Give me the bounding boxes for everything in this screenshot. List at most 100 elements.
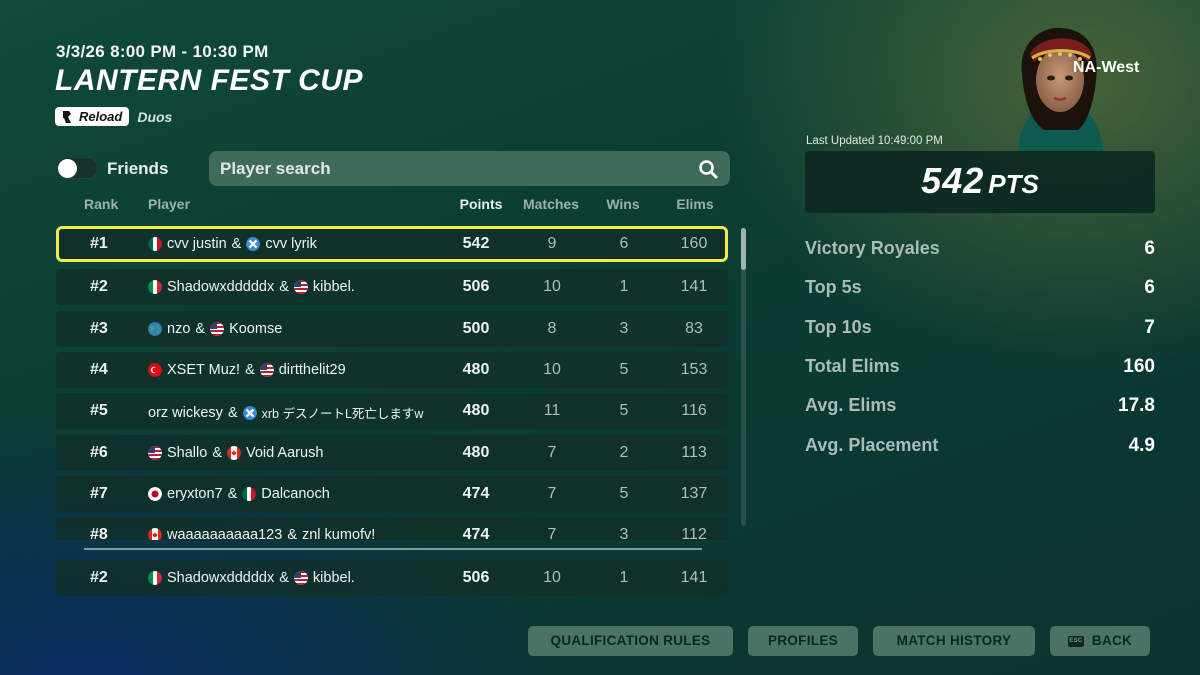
column-header-matches[interactable]: Matches [518,196,584,212]
flag-icon [148,280,162,294]
row-elims: 160 [680,235,708,252]
leaderboard-row[interactable]: #1 cvv justin & cvv lyrik 542 9 6 160 [56,226,728,262]
leaderboard-row[interactable]: #7 eryxton7 & Dalcanoch 474 7 5 137 [56,476,728,512]
friends-toggle[interactable] [56,157,98,179]
row-matches: 7 [547,485,557,502]
player-separator: & [227,486,238,502]
row-players: nzo & Koomse [148,321,282,337]
row-rank: #2 [90,569,108,586]
stat-row: Victory Royales 6 [805,238,1155,268]
row-matches: 7 [547,444,557,461]
row-elims: 113 [681,444,707,461]
row-elims: 141 [680,569,708,586]
stat-row: Avg. Placement 4.9 [805,435,1155,465]
row-rank: #2 [90,278,108,295]
match-history-button[interactable]: MATCH HISTORY [873,626,1035,656]
stat-value: 7 [1144,317,1155,338]
search-placeholder: Player search [220,159,331,178]
flag-icon [294,571,308,585]
column-header-wins[interactable]: Wins [594,196,652,212]
player-name: XSET Muz! [167,362,241,378]
row-players: eryxton7 & Dalcanoch [148,486,330,502]
column-header-points[interactable]: Points [448,196,514,212]
row-players: Shallo & Void Aarush [148,445,323,461]
scrollbar-thumb[interactable] [741,228,746,270]
flag-icon [148,446,162,460]
reload-badge-label: Reload [79,109,123,124]
row-points: 480 [462,361,490,378]
row-elims: 141 [680,278,708,295]
row-points: 474 [462,526,490,540]
row-matches: 10 [543,361,561,378]
row-elims: 153 [680,361,708,378]
column-header-elims[interactable]: Elims [662,196,728,212]
total-points-unit: PTS [988,169,1039,199]
leaderboard-row[interactable]: #3 nzo & Koomse 500 8 3 83 [56,311,728,347]
row-points: 480 [462,402,490,419]
row-elims: 116 [681,402,707,419]
platform-icon [246,237,260,251]
leaderboard-row[interactable]: #2 Shadowxdddddx & kibbel. 506 10 1 141 [56,269,728,305]
profiles-button[interactable]: PROFILES [748,626,858,656]
search-icon[interactable] [698,159,718,179]
row-wins: 3 [619,320,629,337]
row-matches: 11 [543,402,561,419]
player-separator: & [195,321,206,337]
stat-row: Top 10s 7 [805,317,1155,347]
leaderboard-row[interactable]: #8 waaaaaaaaaa123 & znl kumofv! 474 7 3 112 [56,517,728,540]
row-rank: #8 [90,526,108,540]
flag-icon [242,487,256,501]
row-wins: 5 [619,361,629,378]
row-rank: #7 [90,485,108,502]
last-updated: Last Updated 10:49:00 PM [806,135,943,147]
stat-label: Total Elims [805,356,900,376]
row-points: 542 [462,235,490,252]
stat-value: 6 [1144,277,1155,298]
player-name: Void Aarush [245,445,324,461]
row-wins: 1 [619,278,629,295]
row-wins: 6 [619,235,629,252]
row-players: cvv justin & cvv lyrik [148,236,317,252]
player-name: Shallo [167,445,208,461]
player-separator: & [227,404,238,421]
stat-label: Top 10s [805,317,872,337]
stat-label: Victory Royales [805,238,940,258]
player-separator: & [287,527,297,540]
back-button[interactable]: ESC BACK [1050,626,1150,656]
player-separator: & [279,279,289,295]
row-points: 506 [462,569,490,586]
stat-value: 17.8 [1118,395,1155,416]
row-players: waaaaaaaaaa123 & znl kumofv! [148,527,375,540]
row-wins: 5 [619,485,629,502]
stat-label: Avg. Placement [805,435,939,455]
platform-icon [243,406,257,420]
leaderboard-list[interactable]: #1 cvv justin & cvv lyrik 542 9 6 160 #2 Shadowxd… [56,226,732,540]
column-header-player: Player [148,196,191,212]
leaderboard-scrollbar[interactable] [741,228,746,526]
row-rank: #5 [90,402,108,419]
player-name: waaaaaaaaaa123 [167,527,283,540]
player-separator: & [279,570,289,586]
row-rank: #3 [90,320,108,337]
player-name: kibbel. [312,279,355,295]
my-team-row[interactable]: #2 Shadowxdddddx & kibbel. 506 10 1 141 [56,560,728,596]
row-rank: #1 [90,235,108,252]
player-search-input[interactable]: Player search [209,151,730,186]
flag-icon [148,363,162,377]
leaderboard-row[interactable]: #4 XSET Muz! & dirtthelit29 480 10 5 153 [56,352,728,388]
stat-row: Avg. Elims 17.8 [805,395,1155,425]
row-matches: 9 [547,235,557,252]
player-name: znl kumofv! [301,527,376,540]
player-separator: & [212,445,222,461]
row-players: XSET Muz! & dirtthelit29 [148,362,346,378]
player-name: cvv justin [167,236,227,252]
flag-icon [148,571,162,585]
flag-icon [148,237,162,251]
flag-icon [148,487,162,501]
leaderboard-row[interactable]: #5 orz wickesy & xrb デスノートL死亡しますw 480 11 5 116 [56,393,728,429]
qualification-rules-button[interactable]: QUALIFICATION RULES [528,626,733,656]
total-points-box: 542 PTS [805,151,1155,213]
leaderboard-row[interactable]: #6 Shallo & Void Aarush 480 7 2 113 [56,435,728,471]
column-header-rank: Rank [84,196,119,212]
row-points: 474 [462,485,490,502]
